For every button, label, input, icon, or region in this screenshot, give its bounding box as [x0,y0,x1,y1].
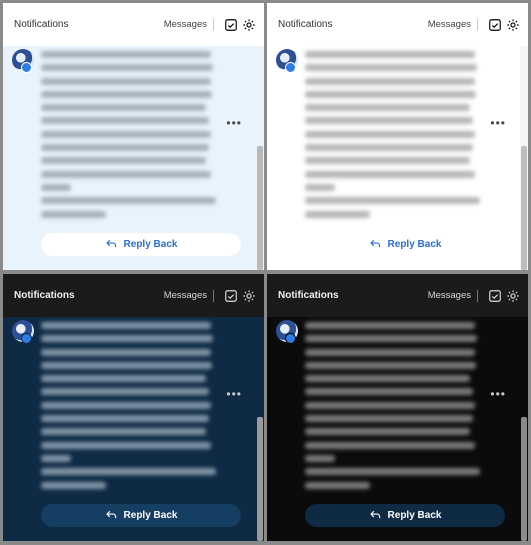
avatar [276,49,298,73]
messages-link[interactable]: Messages [428,19,471,30]
reply-back-label: Reply Back [387,510,442,521]
scrollbar[interactable] [520,46,528,270]
panel-title: Notifications [14,19,69,30]
scrollbar[interactable] [520,317,528,541]
panel-header: Notifications Messages [267,3,528,46]
status-badge [285,333,296,344]
more-options-icon[interactable]: ••• [226,387,242,401]
blurred-message-content [41,51,216,224]
gear-icon[interactable] [506,18,520,32]
scrollbar-thumb[interactable] [257,146,263,270]
reply-back-button[interactable]: Reply Back [305,233,505,256]
messages-link[interactable]: Messages [164,290,207,301]
notification-body: ••• Reply Back [3,46,264,270]
panel-title: Notifications [14,290,75,301]
notification-panel-dark: Notifications Messages ••• Reply Back [267,274,528,541]
blurred-message-content [41,322,216,495]
messages-link[interactable]: Messages [164,19,207,30]
gear-icon[interactable] [506,289,520,303]
panel-header: Notifications Messages [3,274,264,317]
scrollbar-thumb[interactable] [257,417,263,541]
reply-back-label: Reply Back [387,239,442,250]
more-options-icon[interactable]: ••• [490,116,506,130]
scrollbar[interactable] [256,317,264,541]
scrollbar[interactable] [256,46,264,270]
messages-link[interactable]: Messages [428,290,471,301]
check-square-icon[interactable] [488,18,502,32]
reply-arrow-icon [369,237,382,253]
panel-title: Notifications [278,19,333,30]
avatar [12,49,34,73]
status-badge [285,62,296,73]
reply-back-button[interactable]: Reply Back [41,233,241,256]
notification-body: ••• Reply Back [3,317,264,541]
header-divider [213,289,214,302]
notification-body: ••• Reply Back [267,46,528,270]
check-square-icon[interactable] [488,289,502,303]
reply-back-label: Reply Back [123,510,178,521]
status-badge [21,333,32,344]
reply-arrow-icon [105,237,118,253]
header-divider [213,18,214,31]
notification-panel-dark-blue: Notifications Messages ••• Reply Back [3,274,264,541]
status-badge [21,62,32,73]
reply-arrow-icon [369,508,382,524]
scrollbar-thumb[interactable] [521,417,527,541]
panel-title: Notifications [278,290,339,301]
gear-icon[interactable] [242,289,256,303]
notification-body: ••• Reply Back [267,317,528,541]
blurred-message-content [305,51,480,224]
reply-back-button[interactable]: Reply Back [305,504,505,527]
reply-back-button[interactable]: Reply Back [41,504,241,527]
check-square-icon[interactable] [224,289,238,303]
avatar [276,320,298,344]
header-divider [477,289,478,302]
notification-panel-light-blue: Notifications Messages ••• Reply Back [3,3,264,270]
check-square-icon[interactable] [224,18,238,32]
reply-arrow-icon [105,508,118,524]
more-options-icon[interactable]: ••• [490,387,506,401]
blurred-message-content [305,322,480,495]
panel-header: Notifications Messages [267,274,528,317]
gear-icon[interactable] [242,18,256,32]
notification-panel-light: Notifications Messages ••• Reply Back [267,3,528,270]
scrollbar-thumb[interactable] [521,146,527,270]
panel-header: Notifications Messages [3,3,264,46]
header-divider [477,18,478,31]
reply-back-label: Reply Back [123,239,178,250]
more-options-icon[interactable]: ••• [226,116,242,130]
avatar [12,320,34,344]
